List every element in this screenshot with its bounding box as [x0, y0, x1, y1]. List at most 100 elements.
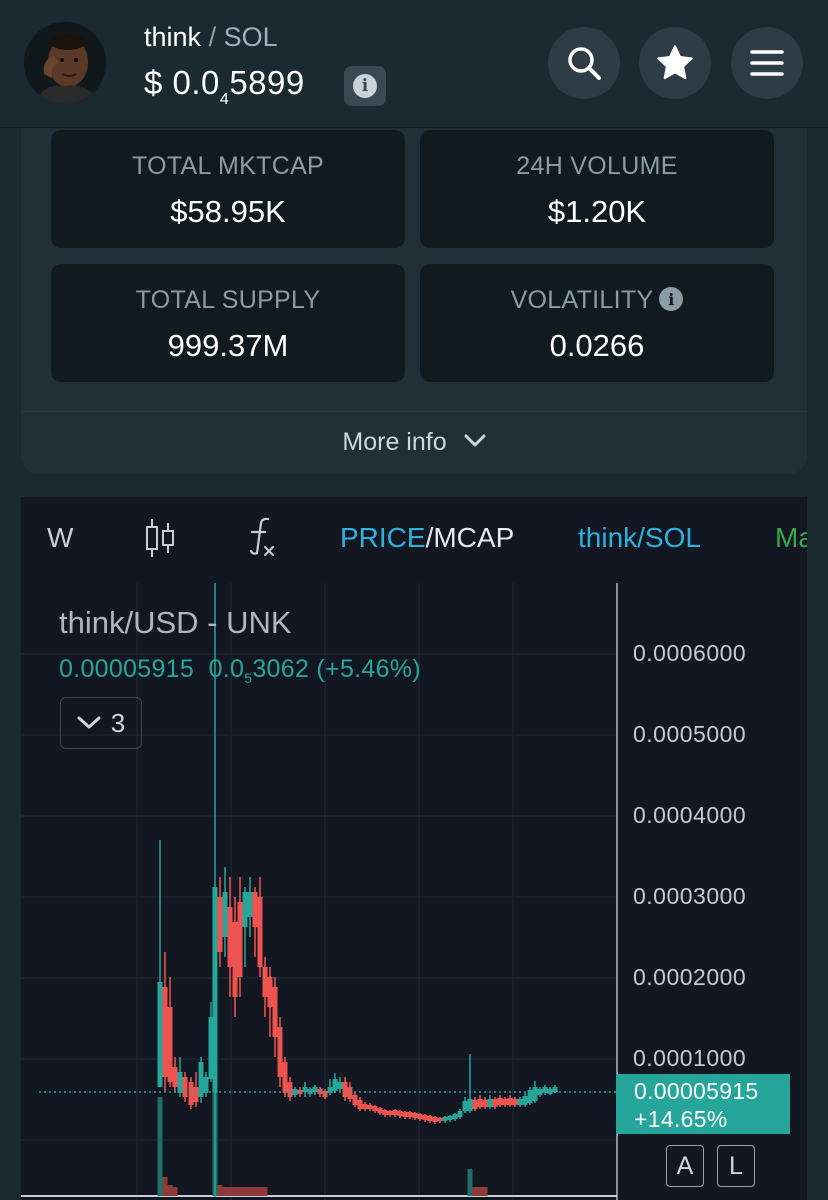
legend-change-prefix: 0.0: [208, 655, 245, 683]
candle-body: [177, 1072, 183, 1093]
stat-label: TOTAL MKTCAP: [131, 152, 325, 180]
candle-body: [222, 892, 228, 937]
candle-body: [257, 897, 263, 967]
volatility-label: VOLATILITY: [510, 286, 654, 314]
candle-body: [417, 1114, 423, 1119]
stat-total-supply: TOTAL SUPPLY 999.37M: [51, 264, 405, 382]
chart-type-button[interactable]: [143, 517, 177, 566]
candle-body: [203, 1077, 209, 1093]
stat-label: TOTAL SUPPLY: [135, 286, 321, 314]
candle-body: [532, 1087, 538, 1101]
last-price: 0.00005915: [634, 1078, 759, 1104]
volume-bar: [247, 1187, 253, 1196]
candle-body: [227, 907, 233, 967]
candles-icon: [146, 519, 174, 557]
indicators-icon: [249, 517, 274, 556]
candle-body: [242, 892, 248, 927]
volume-bar: [477, 1187, 483, 1196]
candle-body: [502, 1099, 508, 1105]
candle-body: [427, 1116, 433, 1121]
candle-body: [412, 1113, 418, 1118]
candle-body: [357, 1100, 363, 1109]
candle-body: [422, 1115, 428, 1120]
auto-scale-button[interactable]: A: [666, 1145, 704, 1187]
candle-body: [337, 1082, 343, 1089]
favorite-button[interactable]: [639, 27, 711, 99]
chart-legend-values: 0.00005915 0.053062 (+5.46%): [59, 655, 421, 686]
candle-body: [472, 1100, 478, 1109]
volume-bar: [252, 1187, 258, 1196]
candle-body: [402, 1112, 408, 1117]
indicators-count: 3: [110, 707, 126, 738]
candle-body: [377, 1108, 383, 1113]
volume-bar: [237, 1187, 243, 1196]
quote-symbol: SOL: [223, 22, 278, 52]
last-price-tag: 0.00005915 +14.65%: [616, 1074, 790, 1134]
candle-body: [362, 1104, 368, 1109]
token-symbol: think: [144, 22, 202, 52]
volume-bar: [222, 1187, 228, 1196]
candle-body: [482, 1100, 488, 1107]
info-icon: i: [353, 74, 377, 98]
price-info-button[interactable]: i: [344, 66, 386, 106]
price-prefix: $ 0.0: [144, 64, 220, 101]
candle-body: [232, 922, 238, 997]
indicators-button[interactable]: [243, 515, 279, 566]
candle-body: [262, 967, 268, 997]
candle-body: [332, 1079, 338, 1091]
candle-body: [252, 892, 258, 927]
candle-body: [267, 977, 273, 1007]
candle-body: [492, 1099, 498, 1107]
y-axis-label: 0.0001000: [633, 1045, 747, 1071]
indicators-collapse-button[interactable]: 3: [60, 697, 142, 749]
volume-bar: [472, 1187, 478, 1196]
volume-bar: [257, 1187, 263, 1196]
stat-value: 999.37M: [167, 328, 289, 363]
volume-bar: [172, 1187, 178, 1196]
more-info-label: More info: [342, 428, 447, 456]
legend-change-digits: 3062: [252, 655, 310, 683]
candle-body: [457, 1111, 463, 1117]
pair-title: think / SOL: [144, 22, 278, 53]
more-info-button[interactable]: More info: [21, 428, 807, 457]
menu-button[interactable]: [731, 27, 803, 99]
price-digits: 5899: [229, 64, 305, 101]
candle-body: [342, 1082, 348, 1097]
search-button[interactable]: [548, 27, 620, 99]
volume-bar: [167, 1185, 173, 1196]
candle-body: [188, 1082, 194, 1105]
info-icon[interactable]: i: [659, 287, 684, 312]
stat-value: $58.95K: [170, 194, 286, 229]
legend-change-pct: (+5.46%): [316, 655, 421, 683]
log-scale-button[interactable]: L: [717, 1145, 755, 1187]
candle-body: [462, 1101, 468, 1111]
candle-body: [347, 1087, 353, 1099]
chart-toolbar: W PRICE/MCAP think/SOL Ma: [21, 497, 807, 583]
chevron-down-icon: [464, 434, 486, 447]
candle-body: [437, 1118, 443, 1121]
interval-button[interactable]: W: [47, 522, 73, 554]
ma-indicator-toggle[interactable]: Ma: [775, 522, 807, 554]
top-header: think / SOL $ 0.045899 i: [0, 0, 828, 128]
candle-body: [287, 1082, 293, 1097]
candle-body: [247, 892, 253, 917]
stat-label: VOLATILITY i: [420, 286, 774, 315]
stat-volume-24h: 24H VOLUME $1.20K: [420, 130, 774, 248]
pair-toggle[interactable]: think/SOL: [578, 522, 701, 554]
candle-body: [467, 1099, 473, 1111]
volume-bar: [482, 1187, 488, 1196]
token-price: $ 0.045899: [144, 64, 305, 108]
candle-body: [522, 1096, 528, 1105]
y-axis-label: 0.0006000: [633, 640, 747, 666]
volume-bar: [157, 1097, 163, 1196]
candle-body: [282, 1062, 288, 1093]
price-chart[interactable]: W PRICE/MCAP think/SOL Ma think/USD - UN…: [21, 497, 807, 1200]
volume-bar: [262, 1187, 268, 1196]
price-mcap-toggle[interactable]: PRICE/MCAP: [340, 522, 514, 554]
candle-body: [212, 887, 218, 1093]
candle-body: [217, 897, 223, 952]
candle-body: [272, 987, 278, 1037]
candle-body: [397, 1111, 403, 1116]
candle-body: [372, 1106, 378, 1111]
volume-bar: [162, 1177, 168, 1196]
